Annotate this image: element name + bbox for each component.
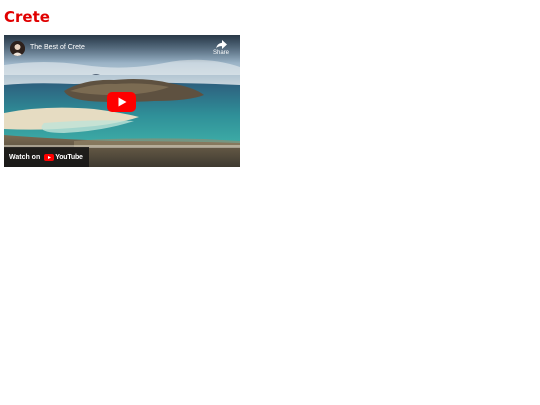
share-button[interactable]: Share	[210, 40, 232, 62]
watch-on-youtube-link[interactable]: Watch on YouTube	[4, 147, 89, 167]
play-icon	[107, 92, 136, 112]
watch-on-label: Watch on	[9, 153, 41, 161]
page-title: Crete	[4, 8, 50, 26]
youtube-logo-icon: YouTube	[44, 153, 83, 161]
youtube-logo-text: YouTube	[55, 153, 83, 161]
play-button[interactable]	[107, 92, 136, 112]
video-title[interactable]: The Best of Crete	[30, 43, 85, 53]
channel-avatar[interactable]	[10, 41, 25, 56]
youtube-play-mark-icon	[44, 153, 55, 161]
share-arrow-icon	[215, 40, 227, 49]
youtube-video-embed[interactable]: The Best of Crete Share Watch on YouTube	[4, 35, 240, 167]
share-label: Share	[212, 50, 229, 56]
